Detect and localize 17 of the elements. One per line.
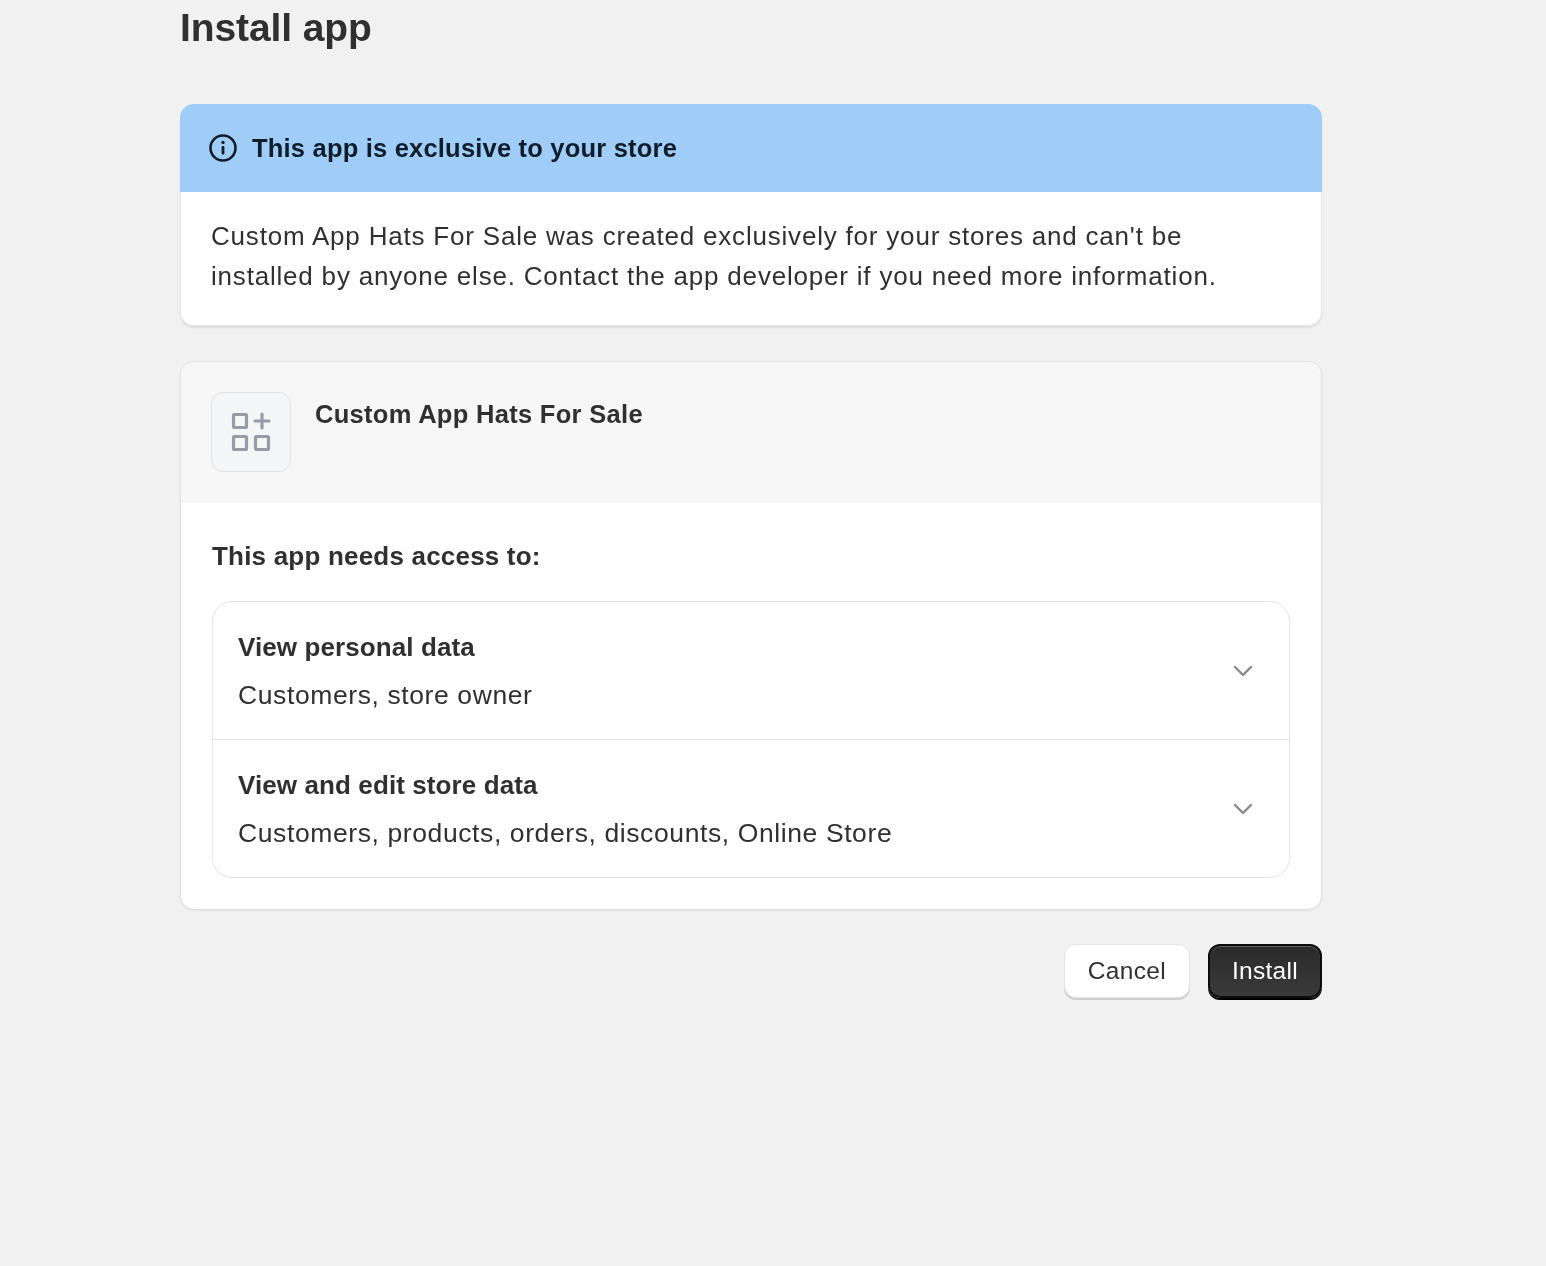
notice-title: This app is exclusive to your store <box>252 133 678 164</box>
page-title: Install app <box>180 5 372 51</box>
permission-description: Customers, store owner <box>238 679 533 711</box>
chevron-down-icon[interactable] <box>1233 665 1253 677</box>
chevron-down-icon[interactable] <box>1233 803 1253 815</box>
permission-title: View personal data <box>238 631 475 663</box>
permission-row[interactable]: View personal data Customers, store owner <box>213 602 1289 739</box>
install-button[interactable]: Install <box>1207 944 1322 998</box>
permission-title: View and edit store data <box>238 769 538 801</box>
notice-text: Custom App Hats For Sale was created exclusively for your stores and can't be installed by anyone else. Contact the app developer if you need more information. <box>210 220 1218 293</box>
cancel-button[interactable]: Cancel <box>1063 944 1190 998</box>
app-name: Custom App Hats For Sale <box>315 399 643 429</box>
access-heading: This app needs access to: <box>212 540 541 573</box>
info-icon <box>209 134 237 162</box>
permission-description: Customers, products, orders, discounts, Online Store <box>238 817 893 849</box>
permission-row[interactable]: View and edit store data Customers, products, orders, discounts, Online Store <box>213 740 1289 877</box>
app-grid-icon <box>211 392 291 472</box>
